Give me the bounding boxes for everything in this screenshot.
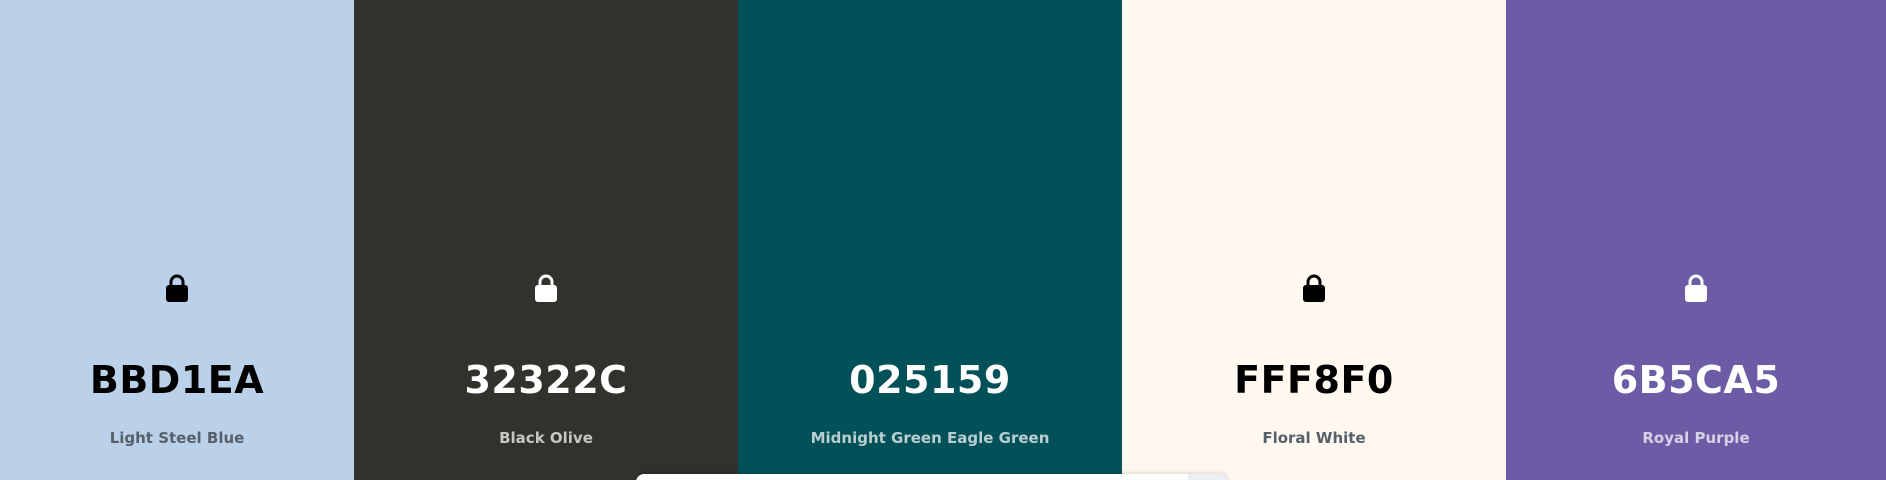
color-name: Royal Purple	[1642, 429, 1750, 447]
color-name: Black Olive	[499, 429, 593, 447]
color-hex-code[interactable]: BBD1EA	[0, 355, 354, 405]
lock-icon[interactable]	[1683, 273, 1709, 303]
color-swatch-4[interactable]: FFF8F0 Floral White	[1122, 0, 1506, 480]
color-name: Midnight Green Eagle Green	[810, 429, 1050, 447]
color-hex-code[interactable]: FFF8F0	[1122, 355, 1506, 405]
bottom-toolbar[interactable]	[636, 474, 1228, 480]
color-swatch-5[interactable]: 6B5CA5 Royal Purple	[1506, 0, 1886, 480]
color-hex-code[interactable]: 025159	[738, 355, 1122, 405]
color-name: Light Steel Blue	[109, 429, 245, 447]
lock-icon[interactable]	[1301, 273, 1327, 303]
color-swatch-3[interactable]: 025159 Midnight Green Eagle Green	[738, 0, 1122, 480]
lock-icon[interactable]	[164, 273, 190, 303]
color-hex-code[interactable]: 32322C	[354, 355, 738, 405]
color-hex-code[interactable]: 6B5CA5	[1506, 355, 1886, 405]
color-swatch-2[interactable]: 32322C Black Olive	[354, 0, 738, 480]
color-name: Floral White	[1262, 429, 1366, 447]
lock-icon[interactable]	[533, 273, 559, 303]
color-swatch-1[interactable]: BBD1EA Light Steel Blue	[0, 0, 354, 480]
toolbar-end-segment[interactable]	[1188, 474, 1228, 480]
color-palette: BBD1EA Light Steel Blue 32322C Black Oli…	[0, 0, 1886, 480]
